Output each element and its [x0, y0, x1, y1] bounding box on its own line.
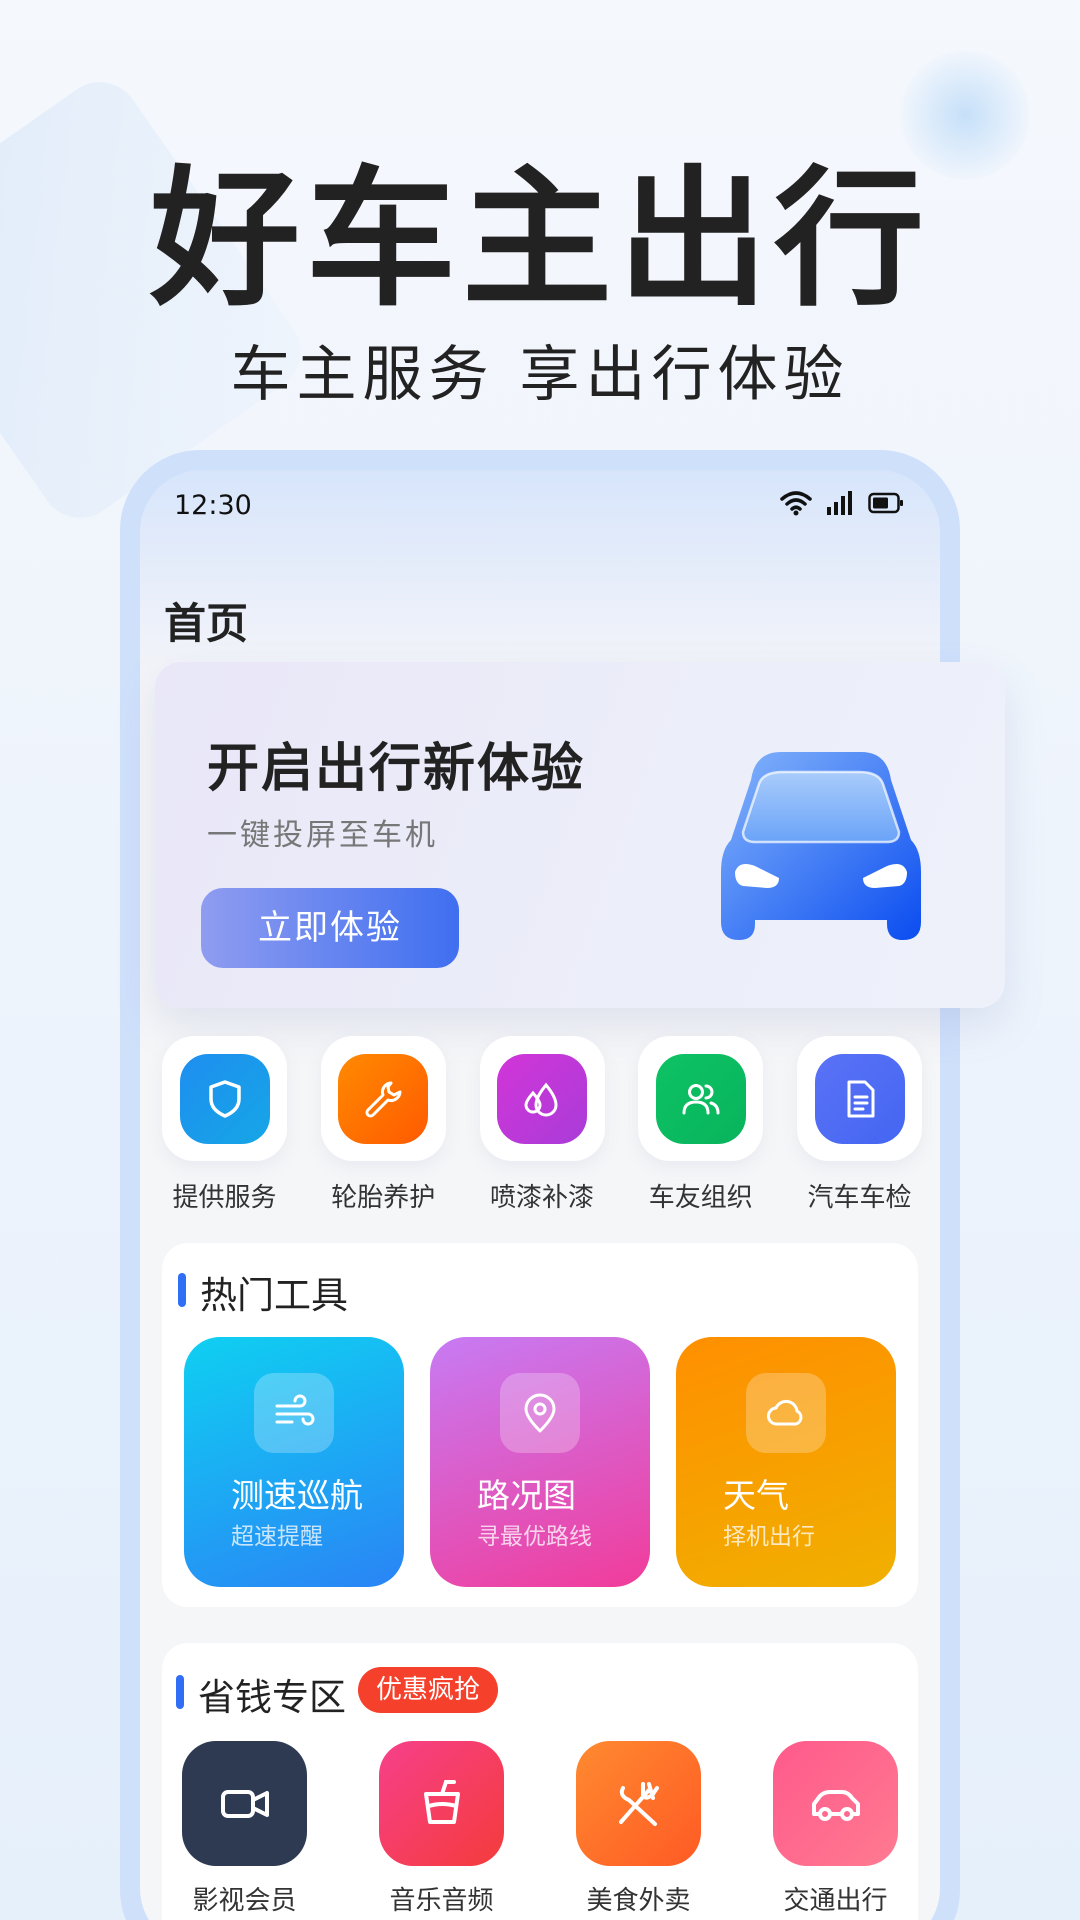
service-label: 轮胎养护	[331, 1183, 436, 1213]
promo-badge: 优惠疯抢	[358, 1667, 499, 1713]
service-provide[interactable]: 提供服务	[162, 1036, 287, 1214]
hero-subtitle: 车主服务 享出行体验	[230, 340, 850, 410]
shield-icon	[208, 1079, 241, 1118]
tool-subtitle: 寻最优路线	[477, 1524, 592, 1550]
status-time: 12:30	[174, 490, 252, 521]
perk-icon-bg	[773, 1741, 898, 1866]
paint-drops-icon	[524, 1082, 558, 1116]
tool-title: 路况图	[477, 1476, 576, 1515]
page-title: 首页	[164, 599, 249, 648]
tool-traffic-map[interactable]: 路况图 寻最优路线	[430, 1337, 650, 1587]
service-icon-bg	[655, 1053, 746, 1144]
service-icon-bg	[179, 1053, 270, 1144]
service-label: 汽车车检	[807, 1183, 912, 1213]
promo-banner[interactable]: 开启出行新体验 一键投屏至车机 立即体验	[155, 662, 1005, 1008]
service-icon-bg	[338, 1053, 429, 1144]
hot-tools-title: 热门工具	[200, 1274, 348, 1317]
banner-subtitle: 一键投屏至车机	[207, 818, 438, 853]
users-icon	[682, 1083, 720, 1114]
savings-title: 省钱专区	[198, 1676, 346, 1719]
wind-icon	[275, 1394, 315, 1426]
try-now-button[interactable]: 立即体验	[201, 888, 459, 968]
perk-label: 美食外卖	[586, 1886, 691, 1916]
service-tile	[797, 1036, 922, 1161]
tool-title: 天气	[723, 1476, 789, 1515]
service-tile	[479, 1036, 605, 1161]
car-icon	[811, 1789, 860, 1821]
perk-transport[interactable]: 交通出行	[773, 1741, 898, 1917]
service-icon-bg	[814, 1053, 905, 1144]
service-icon-bg	[497, 1053, 587, 1144]
location-pin-icon	[524, 1393, 556, 1433]
service-label: 车友组织	[648, 1183, 753, 1213]
perk-label: 交通出行	[783, 1886, 888, 1916]
section-accent-bar	[176, 1675, 184, 1709]
car-illustration-icon	[721, 752, 921, 940]
tool-speed-cruise[interactable]: 测速巡航 超速提醒	[184, 1337, 404, 1587]
tool-icon-box	[746, 1373, 826, 1453]
tool-title: 测速巡航	[231, 1476, 363, 1515]
document-icon	[847, 1080, 874, 1117]
service-car-club[interactable]: 车友组织	[638, 1036, 764, 1214]
wrench-icon	[365, 1081, 402, 1118]
service-label: 喷漆补漆	[489, 1183, 594, 1213]
perk-icon-bg	[576, 1741, 701, 1866]
battery-icon	[868, 492, 903, 514]
service-label: 提供服务	[172, 1183, 277, 1213]
savings-card: 省钱专区 优惠疯抢 影视会员 音乐音频 美食外卖 交通出行	[162, 1643, 918, 1920]
service-tile	[638, 1036, 764, 1161]
perk-label: 影视会员	[192, 1886, 297, 1916]
video-camera-icon	[220, 1789, 269, 1818]
fork-knife-icon	[618, 1781, 659, 1826]
drink-cup-icon	[423, 1779, 460, 1824]
perk-icon-bg	[182, 1741, 307, 1866]
tool-subtitle: 择机出行	[723, 1524, 815, 1550]
status-bar: 12:30	[140, 470, 940, 540]
service-tire-care[interactable]: 轮胎养护	[320, 1036, 446, 1214]
signal-icon	[827, 491, 852, 515]
perk-video-vip[interactable]: 影视会员	[182, 1741, 307, 1917]
tool-icon-box	[500, 1373, 580, 1453]
service-tile	[320, 1036, 446, 1161]
hot-tools-card: 热门工具 测速巡航 超速提醒 路况图 寻最优路线 天气 择机出行	[162, 1243, 918, 1607]
tool-icon-box	[254, 1373, 334, 1453]
service-paint[interactable]: 喷漆补漆	[479, 1036, 605, 1214]
perk-label: 音乐音频	[389, 1886, 494, 1916]
service-inspection[interactable]: 汽车车检	[797, 1036, 922, 1214]
section-accent-bar	[178, 1273, 186, 1307]
tool-subtitle: 超速提醒	[231, 1524, 323, 1550]
hero-title: 好车主出行	[149, 153, 930, 327]
cloud-icon	[767, 1399, 803, 1426]
service-grid: 提供服务 轮胎养护 喷漆补漆 车友组织 汽车车检	[162, 1036, 922, 1214]
perk-music-audio[interactable]: 音乐音频	[379, 1741, 504, 1917]
status-icons	[780, 490, 904, 516]
wifi-icon	[780, 491, 812, 516]
service-tile	[162, 1036, 287, 1161]
tool-weather[interactable]: 天气 择机出行	[676, 1337, 896, 1587]
perk-food-delivery[interactable]: 美食外卖	[576, 1741, 701, 1917]
banner-title: 开启出行新体验	[207, 739, 586, 799]
perk-icon-bg	[379, 1741, 504, 1866]
